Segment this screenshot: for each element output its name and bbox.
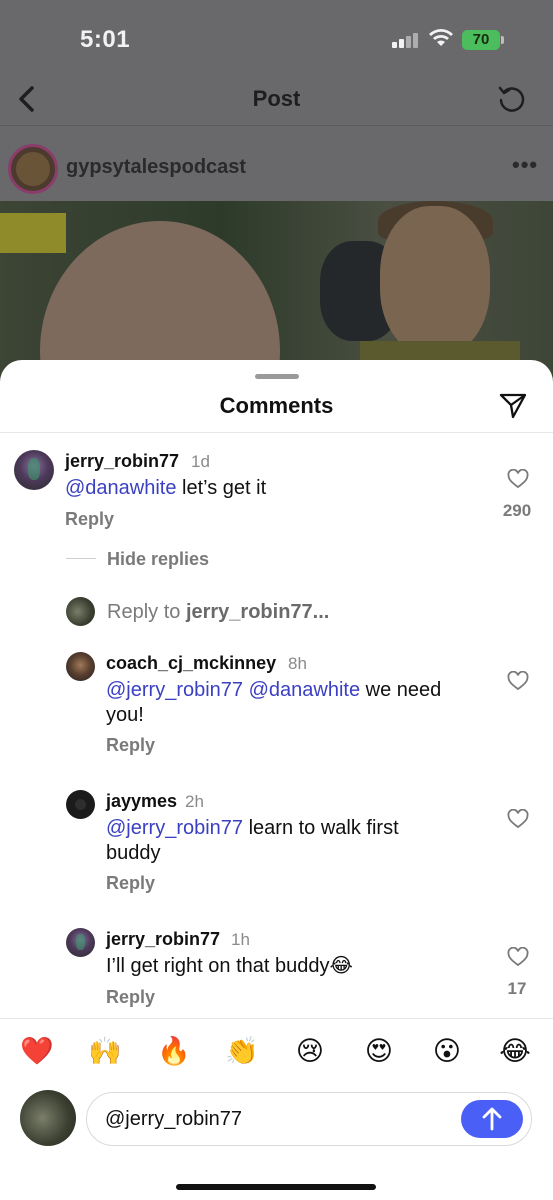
comment-input-value[interactable]: @jerry_robin77 <box>105 1108 242 1131</box>
avatar[interactable] <box>66 928 95 957</box>
brand-logo-image <box>16 152 50 186</box>
reply-button[interactable]: Reply <box>65 509 114 530</box>
reply-button[interactable]: Reply <box>106 873 155 894</box>
heart-icon[interactable] <box>507 469 529 489</box>
emoji-fire-button[interactable]: 🔥 <box>156 1036 192 1068</box>
heart-icon[interactable] <box>507 671 529 691</box>
hide-replies-button[interactable]: Hide replies <box>107 549 209 570</box>
comment-username[interactable]: jayymes <box>106 791 177 812</box>
home-indicator[interactable] <box>176 1184 376 1190</box>
post-author-avatar[interactable] <box>8 144 58 194</box>
comment-text: I’ll get right on that buddy😂 <box>106 955 353 977</box>
comment-time: 2h <box>185 792 204 811</box>
avatar[interactable] <box>14 450 54 490</box>
battery-indicator: 70 <box>462 30 500 50</box>
mention-link[interactable]: @danawhite <box>249 679 360 701</box>
comment-username[interactable]: coach_cj_mckinney <box>106 653 276 674</box>
comment-time: 8h <box>288 654 307 673</box>
comment-input[interactable]: @jerry_robin77 <box>86 1092 532 1146</box>
refresh-icon[interactable] <box>496 83 528 115</box>
reply-to-prefix: Reply to <box>107 601 186 623</box>
status-time: 5:01 <box>80 26 131 53</box>
comment-text: @jerry_robin77 @danawhite we need you! <box>106 678 481 728</box>
divider <box>0 432 553 433</box>
reply-to-prompt[interactable]: Reply to jerry_robin77... <box>107 601 329 624</box>
comment-text: @jerry_robin77 learn to walk first buddy <box>106 816 446 866</box>
post-author-username[interactable]: gypsytalespodcast <box>66 156 246 179</box>
emoji-crying-button[interactable]: 😢 <box>292 1036 328 1068</box>
like-count: 17 <box>507 979 527 998</box>
emoji-laughing-button[interactable]: 😂 <box>497 1036 533 1068</box>
sheet-grabber[interactable] <box>255 374 299 379</box>
post-comment-button[interactable] <box>461 1100 523 1138</box>
mention-link[interactable]: @danawhite <box>65 477 176 499</box>
comment-body: let’s get it <box>176 477 267 499</box>
page-title: Post <box>252 86 301 111</box>
my-avatar <box>20 1090 76 1146</box>
nav-bar: Post <box>0 72 553 126</box>
emoji-clap-button[interactable]: 👏 <box>224 1036 260 1068</box>
status-bar: 5:01 70 <box>0 0 553 80</box>
comment-time: 1d <box>191 452 210 471</box>
emoji-surprised-button[interactable]: 😮 <box>429 1036 465 1068</box>
divider <box>0 1018 553 1019</box>
brand-tag-logo <box>0 213 66 253</box>
emoji-heart-button[interactable]: ❤️ <box>19 1036 55 1068</box>
heart-icon[interactable] <box>507 809 529 829</box>
mention-link[interactable]: @jerry_robin77 <box>106 817 243 839</box>
heart-icon[interactable] <box>507 947 529 967</box>
emoji-heart-eyes-button[interactable]: 😍 <box>361 1036 397 1068</box>
avatar <box>66 597 95 626</box>
like-count: 290 <box>502 501 532 520</box>
share-send-icon[interactable] <box>498 390 528 420</box>
more-options-icon[interactable]: ••• <box>512 152 538 178</box>
avatar[interactable] <box>66 652 95 681</box>
reply-to-user: jerry_robin77... <box>185 601 330 623</box>
avatar[interactable] <box>66 790 95 819</box>
emoji-raised-hands-button[interactable]: 🙌 <box>87 1036 123 1068</box>
post-header: gypsytalespodcast ••• <box>0 138 553 198</box>
comment-text: @danawhite let’s get it <box>65 476 266 501</box>
arrow-up-icon <box>482 1107 502 1131</box>
photo-person-right <box>380 206 490 356</box>
mention-link[interactable]: @jerry_robin77 <box>106 679 243 701</box>
cellular-signal-icon <box>392 32 420 48</box>
comment-username[interactable]: jerry_robin77 <box>106 929 220 950</box>
comments-sheet: Comments jerry_robin77 1d @danawhite let… <box>0 360 553 1200</box>
divider <box>66 558 96 559</box>
comment-time: 1h <box>231 930 250 949</box>
reply-button[interactable]: Reply <box>106 735 155 756</box>
sheet-title: Comments <box>219 393 334 418</box>
battery-tip <box>501 36 504 44</box>
wifi-icon <box>429 29 453 46</box>
reply-button[interactable]: Reply <box>106 987 155 1008</box>
comment-username[interactable]: jerry_robin77 <box>65 451 179 472</box>
